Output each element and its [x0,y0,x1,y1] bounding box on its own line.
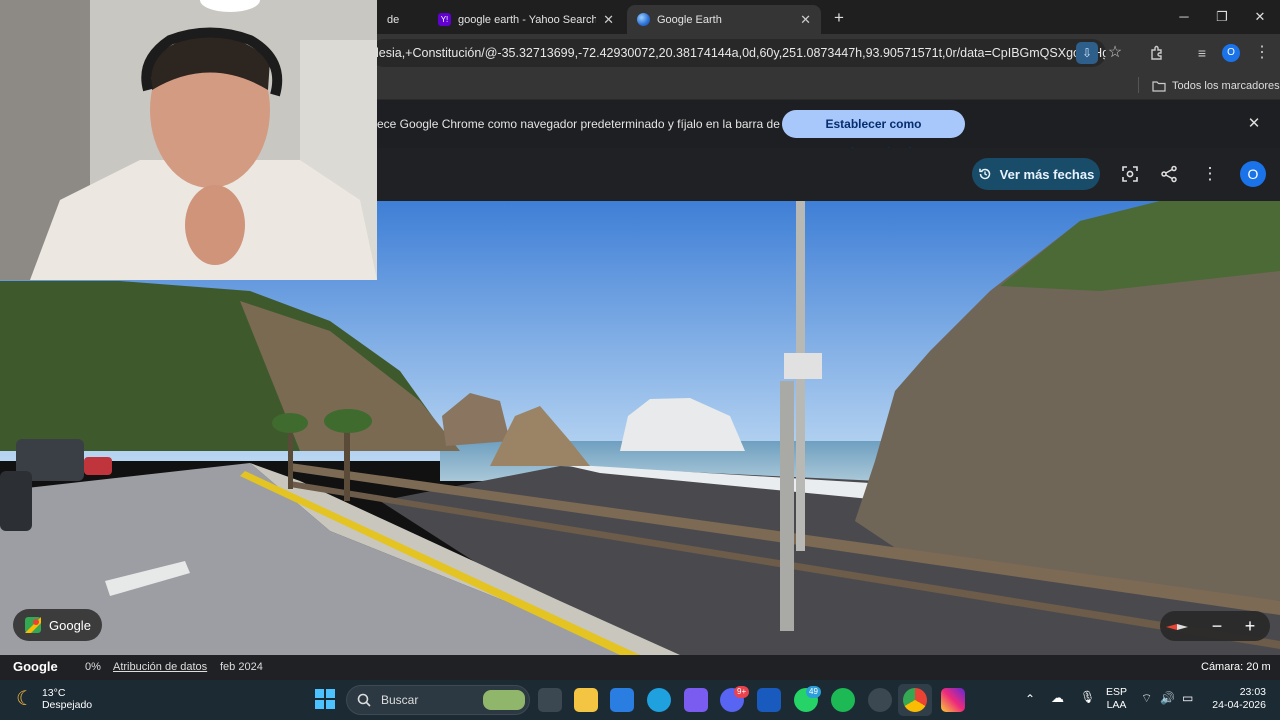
search-icon [357,693,371,707]
whatsapp-badge: 49 [806,686,821,698]
extensions-icon[interactable] [1145,41,1169,65]
tab-previous[interactable]: de [377,5,427,34]
new-tab-button[interactable]: + [829,8,849,28]
clock-time: 23:03 [1239,686,1266,698]
instagram-icon[interactable] [941,688,965,712]
discord-badge: 9+ [734,686,750,698]
all-bookmarks-button[interactable]: Todos los marcadores [1152,76,1280,96]
edge-icon[interactable] [647,688,671,712]
weather-widget[interactable]: ☾ 13°C Despejado [16,686,92,711]
restore-button[interactable]: ❐ [1207,6,1237,28]
media-control-icon[interactable]: ≡ [1190,41,1214,65]
file-explorer-icon[interactable] [574,688,598,712]
close-tab-icon[interactable]: ✕ [800,12,811,28]
history-icon [978,168,990,180]
zoom-out-button[interactable]: − [1202,611,1232,641]
data-attribution-link[interactable]: Atribución de datos [113,661,207,673]
tab-title: de [387,13,400,26]
start-button[interactable] [315,689,335,709]
language-code: ESP [1106,686,1128,698]
palm-trunk [288,429,293,489]
microsoft-store-icon[interactable] [610,688,634,712]
url-text: lesia,+Constitución/@-35.32713699,-72.42… [376,46,1106,60]
street-pole [780,381,794,631]
taskbar-search[interactable]: Buscar [346,685,530,715]
zoom-in-button[interactable]: + [1235,611,1265,641]
all-bookmarks-label: Todos los marcadores [1172,80,1280,92]
microphone-icon[interactable]: 🎙 [1080,690,1095,704]
tab-title: google earth - Yahoo Search Tu [458,13,597,26]
loading-percent: 0% [85,661,101,673]
close-tab-icon[interactable]: ✕ [603,12,614,28]
search-highlight-icon [483,690,525,710]
infobar-text: ece Google Chrome como navegador predete… [377,117,817,131]
input-language[interactable]: ESP LAA [1106,686,1127,712]
onedrive-icon[interactable]: ☁ [1051,690,1064,706]
palm-trunk [344,426,350,501]
account-avatar[interactable]: O [1240,161,1266,187]
compass-icon[interactable] [1162,611,1192,641]
camera-altitude: Cámara: 20 m [1201,661,1271,673]
copilot-icon[interactable] [684,688,708,712]
battery-icon[interactable]: ▭ [1182,691,1193,705]
share-icon[interactable] [1157,162,1181,186]
chrome-menu-icon[interactable]: ⋮ [1250,41,1274,65]
wifi-icon[interactable]: ⌔ [1141,691,1152,706]
tab-yahoo-search[interactable]: Y! google earth - Yahoo Search Tu ✕ [428,5,624,34]
google-maps-chip[interactable]: Google [13,609,102,641]
more-dates-button[interactable]: Ver más fechas [972,158,1100,190]
palm-tree [324,409,372,433]
tab-google-earth[interactable]: Google Earth ✕ [627,5,821,34]
tab-title: Google Earth [657,13,722,26]
maps-icon [25,617,41,633]
set-default-button[interactable]: Establecer como predeterminado [782,110,965,159]
spotify-icon[interactable] [831,688,855,712]
temperature: 13°C [41,686,66,699]
yahoo-icon: Y! [438,13,451,26]
window-close-button[interactable]: ✕ [1245,6,1275,28]
more-options-icon[interactable]: ⋮ [1198,162,1222,186]
address-bar[interactable]: lesia,+Constitución/@-35.32713699,-72.42… [370,39,1106,67]
parked-car [0,471,32,531]
google-logo: Google [13,659,58,674]
more-dates-label: Ver más fechas [999,166,1095,182]
imagery-date: feb 2024 [220,661,263,673]
parked-car [84,457,112,475]
profile-avatar[interactable]: O [1222,44,1240,62]
tray-overflow-icon[interactable]: ⌃ [1025,692,1035,706]
moon-weather-icon: ☾ [16,688,34,710]
infobar-close-icon[interactable]: ✕ [1244,114,1264,134]
word-icon[interactable] [757,688,781,712]
palm-tree [272,413,308,433]
capture-view-icon[interactable] [1118,162,1142,186]
windows-logo-icon [315,689,324,698]
earth-favicon-icon [637,13,650,26]
person-hand [185,185,245,265]
keyboard-layout: LAA [1106,699,1127,711]
task-view-icon[interactable] [538,688,562,712]
search-placeholder: Buscar [381,693,419,707]
install-app-icon[interactable]: ⇩ [1076,42,1098,64]
weather-condition: Despejado [41,698,93,711]
google-chip-label: Google [49,617,91,633]
pole-sign [784,353,822,379]
bookmark-star-icon[interactable]: ☆ [1103,41,1127,65]
minimize-button[interactable]: ─ [1169,6,1199,28]
volume-icon[interactable]: 🔊 [1160,691,1175,705]
folder-icon [1152,81,1166,92]
webcam-overlay [0,0,377,280]
taskbar-clock[interactable]: 23:03 24-04-2026 [1212,686,1266,712]
clock-date: 24-04-2026 [1212,699,1266,711]
bookmarks-divider [1138,77,1139,93]
obs-icon[interactable] [868,688,892,712]
chrome-icon[interactable] [903,688,927,712]
